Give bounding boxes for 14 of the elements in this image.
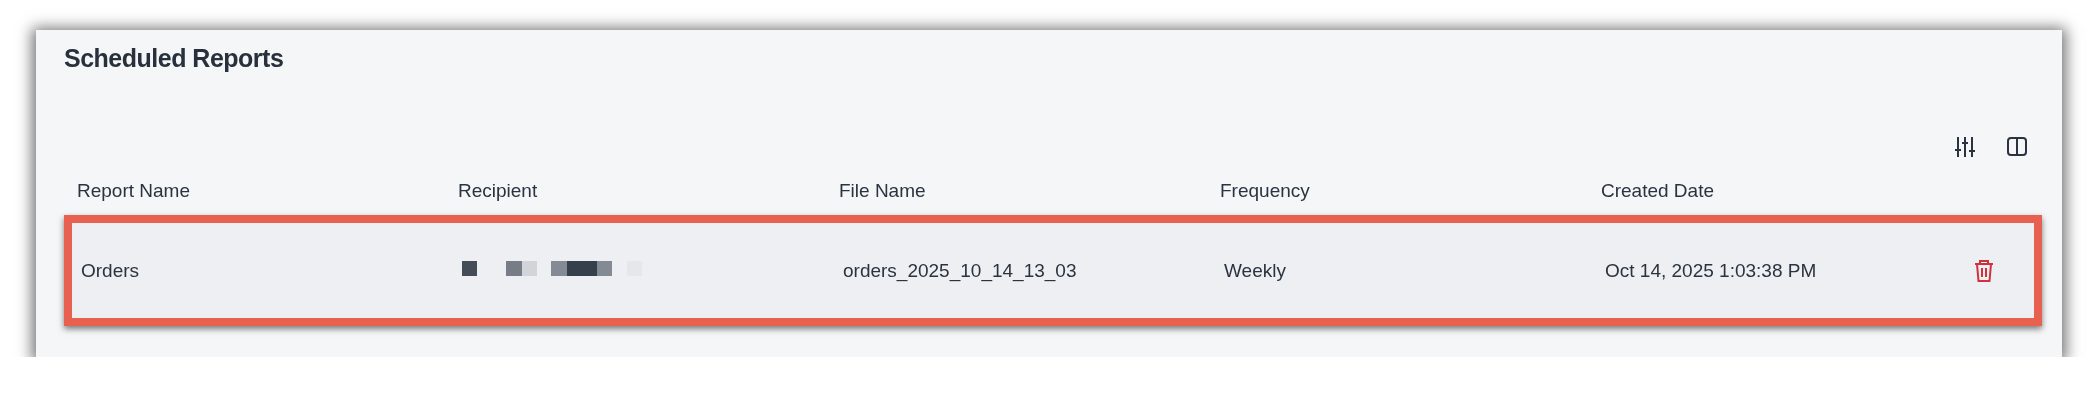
column-header[interactable]: Recipient	[458, 180, 839, 202]
column-header[interactable]: File Name	[839, 180, 1220, 202]
trash-icon[interactable]	[1974, 258, 1994, 283]
table-cell: Weekly	[1224, 259, 1286, 281]
table-cell: orders_2025_10_14_13_03	[843, 259, 1077, 281]
column-header[interactable]: Report Name	[77, 180, 458, 202]
table-cell: Oct 14, 2025 1:03:38 PM	[1605, 259, 1817, 281]
table-cell: Orders	[81, 259, 140, 281]
columns-icon[interactable]	[2006, 135, 2028, 159]
table-row[interactable]: Orders orders_2025_10_14_13_03 Weekly Oct 14, 2025 1:03:38 PM	[64, 215, 2042, 326]
sliders-icon[interactable]	[1954, 135, 1976, 159]
column-header[interactable]: Created Date	[1601, 180, 1978, 202]
column-header[interactable]: Frequency	[1220, 180, 1601, 202]
page-title: Scheduled Reports	[64, 44, 285, 73]
